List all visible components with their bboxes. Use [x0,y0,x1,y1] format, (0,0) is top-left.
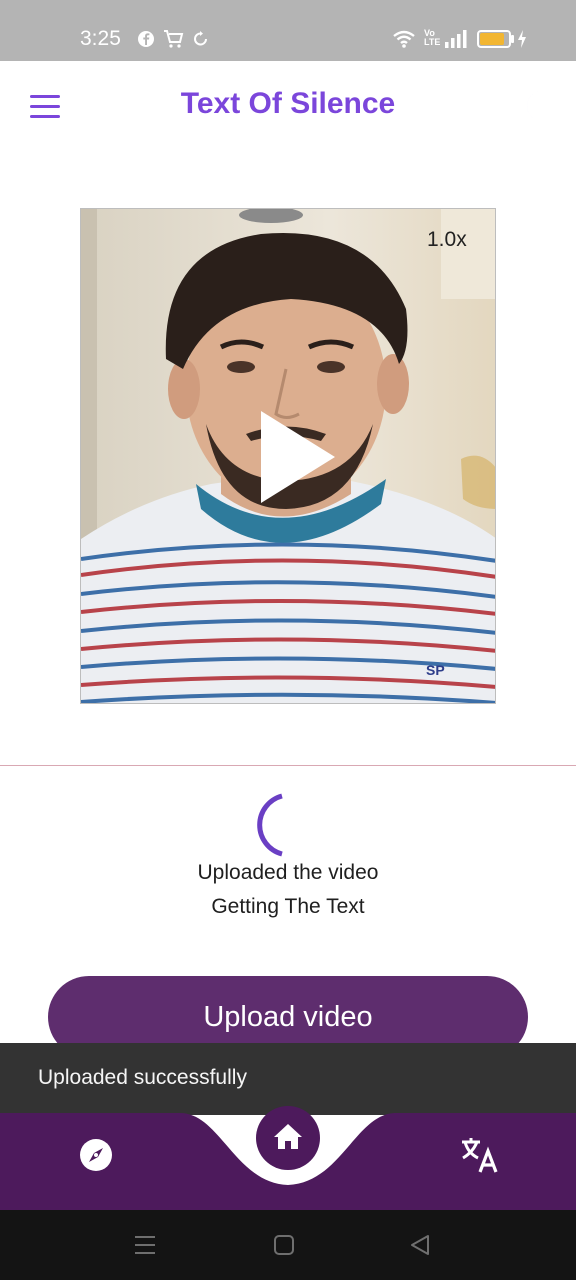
home-square-icon[interactable] [273,1234,295,1256]
snackbar: Uploaded successfully [0,1043,576,1115]
back-triangle-icon[interactable] [409,1234,431,1256]
app-bar: Text Of Silence [0,61,576,153]
translate-icon[interactable] [460,1135,500,1175]
system-nav-bar [0,1210,576,1280]
home-icon [274,1124,302,1149]
status-time: 3:25 [80,27,121,50]
compass-icon[interactable] [78,1137,114,1173]
battery-level [480,33,504,45]
shirt-logo: SP [426,662,445,678]
sync-icon [194,31,207,46]
play-icon[interactable] [259,409,339,509]
moon-icon[interactable] [520,89,554,123]
recents-icon[interactable] [134,1234,156,1256]
home-button[interactable] [256,1106,320,1170]
status-uploaded: Uploaded the video [197,861,379,884]
divider [0,765,576,766]
status-getting-text: Getting The Text [211,895,365,918]
playback-speed[interactable]: 1.0x [427,228,467,252]
snackbar-message: Uploaded successfully [38,1066,247,1089]
loading-spinner [257,793,283,857]
cart-icon [164,30,184,48]
facebook-icon [138,31,154,47]
status-bar: 3:25 Vo LTE [0,0,576,61]
battery-icon [477,30,511,48]
wifi-icon [393,30,415,48]
battery-cap [511,35,514,43]
signal-icon [445,30,467,48]
video-player[interactable]: SP [80,208,496,704]
charging-icon [518,30,526,48]
volte-icon: Vo LTE [424,28,441,47]
page-title: Text Of Silence [180,87,396,120]
